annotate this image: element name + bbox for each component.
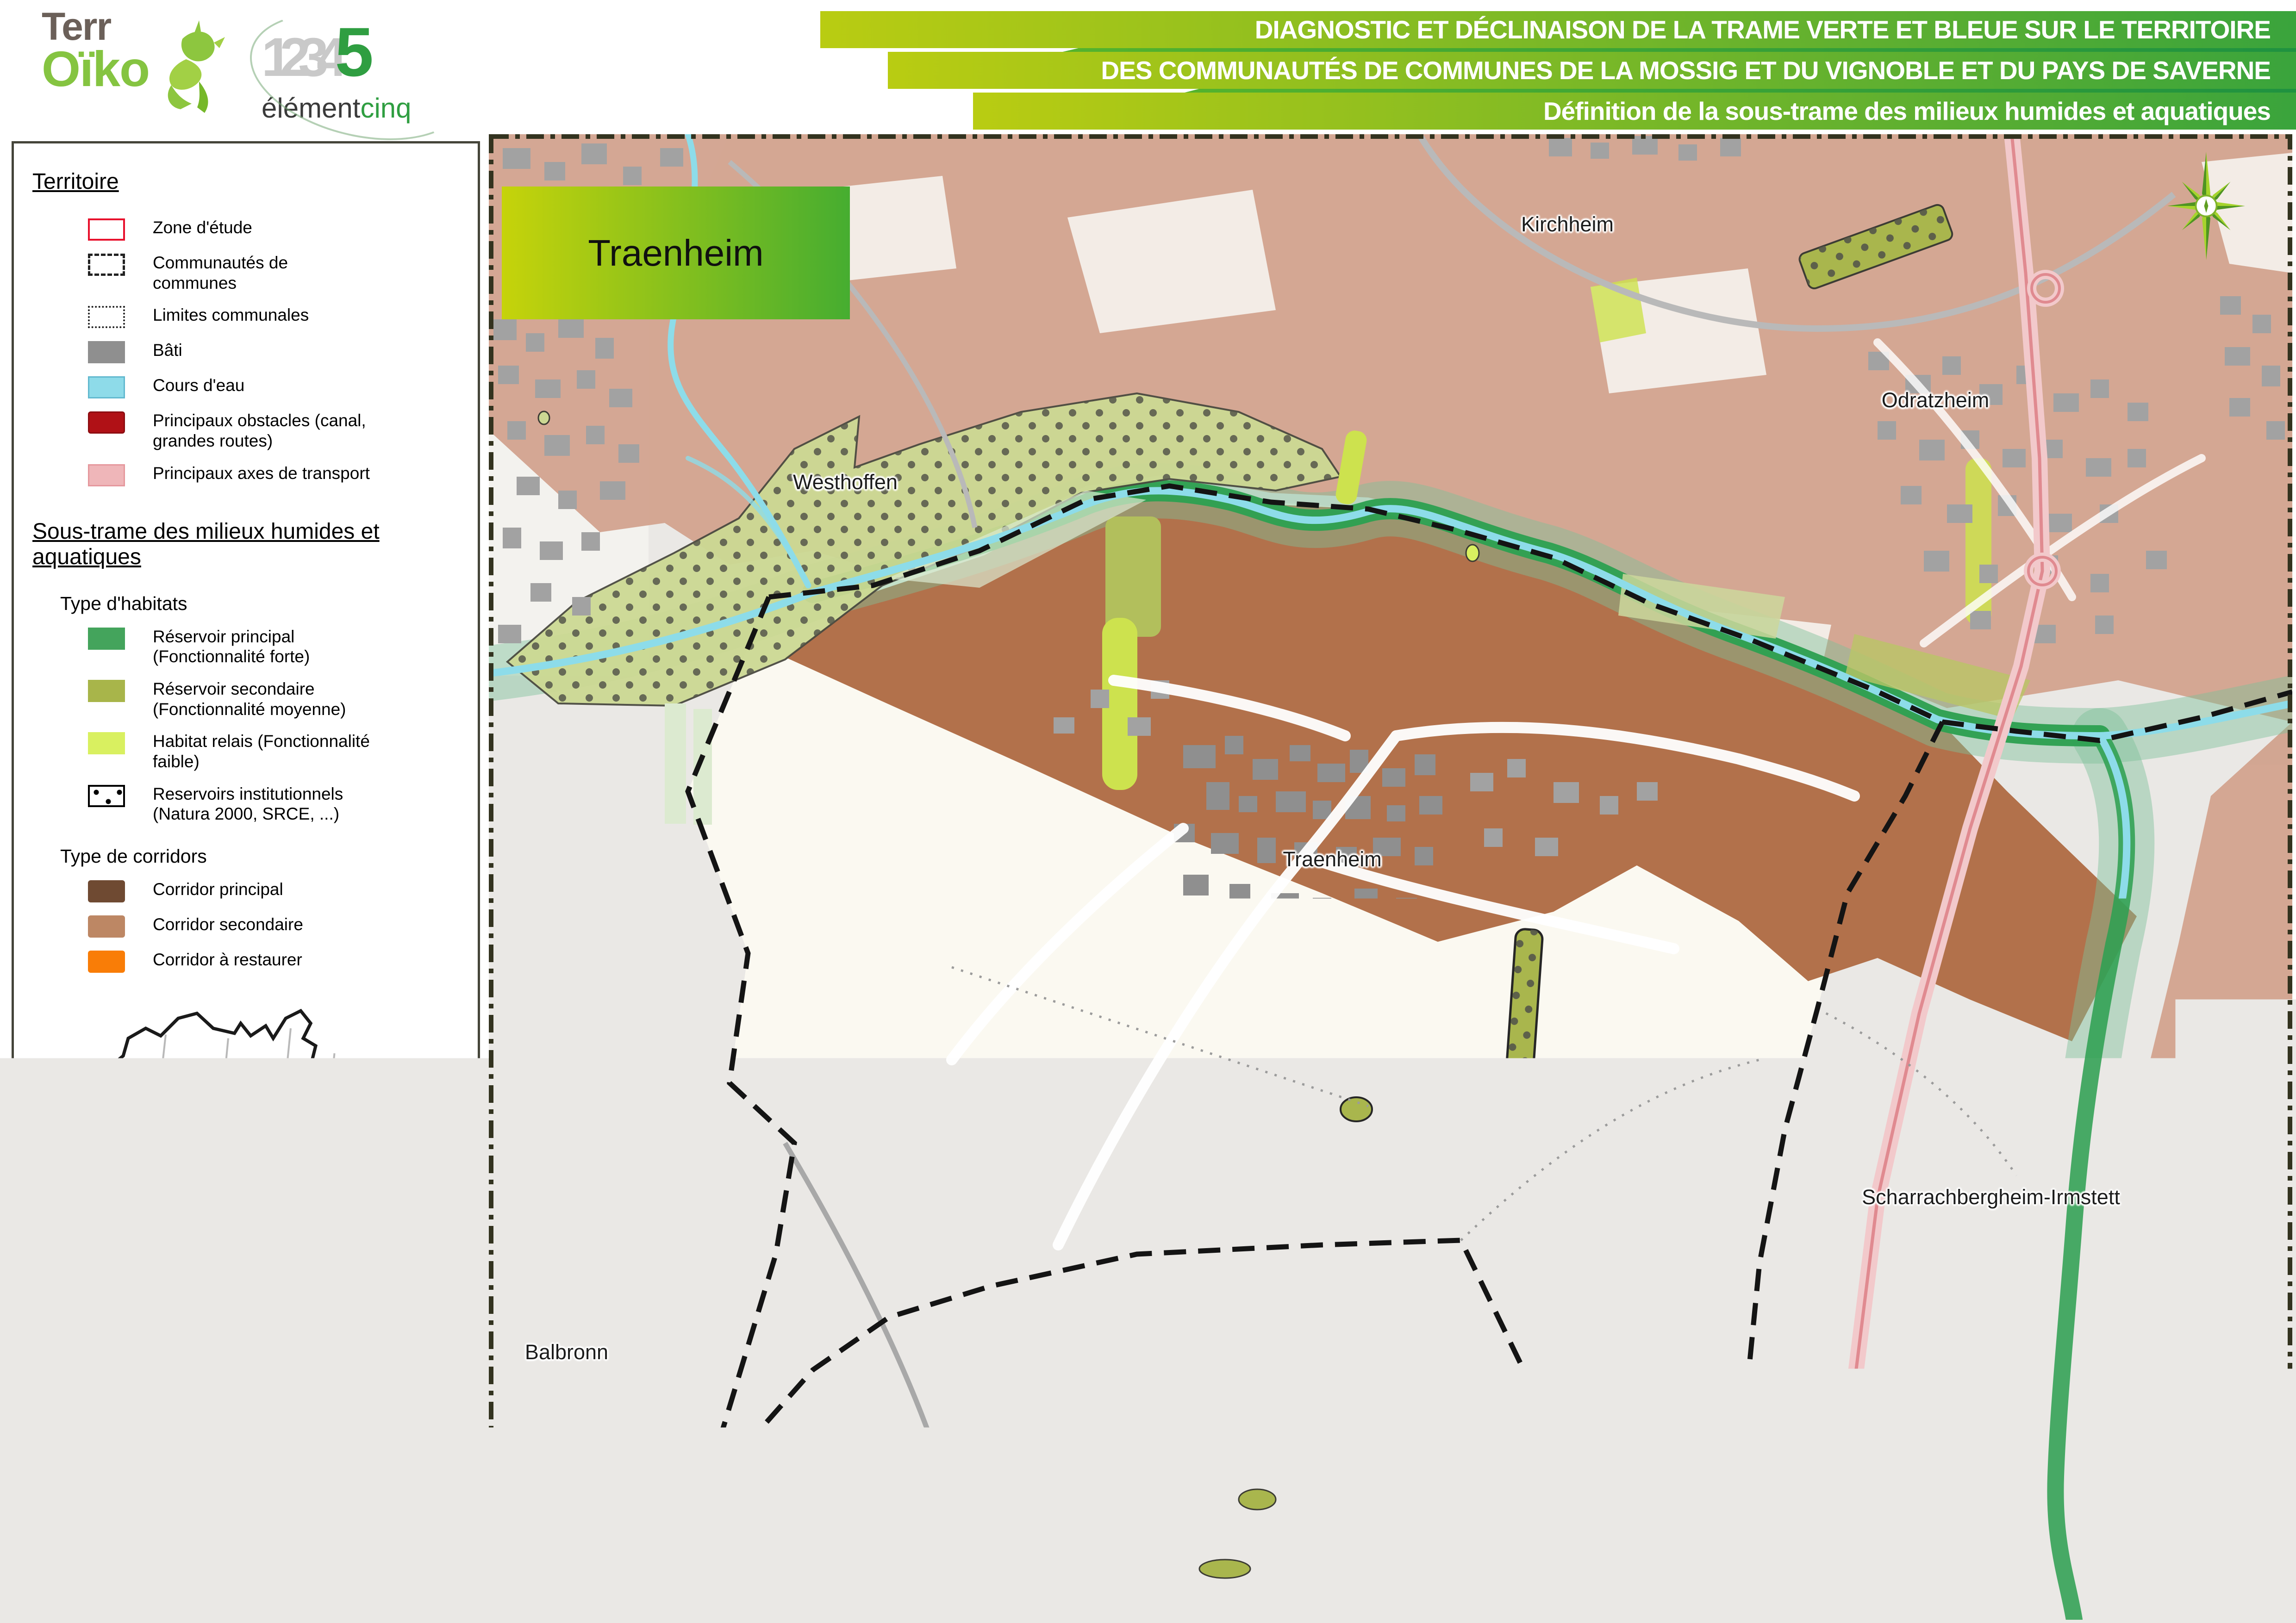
legend-item-axes: Principaux axes de transport [88, 463, 459, 486]
mossig-vignoble-logo: communauté de communes Mossig et Vignobl… [28, 1400, 232, 1457]
legend-item-bati: Bâti [88, 340, 459, 363]
reservoir-secondaire-swatch [88, 680, 125, 702]
scale-end: 600 m [798, 1558, 849, 1579]
sources-text: Sources : IGN, TerrOïko, Elément 5, Comm… [28, 1561, 458, 1623]
communautes-swatch [88, 254, 125, 276]
legend-sub-habitats: Type d'habitats [60, 593, 459, 615]
mossig-logo-icon [28, 1403, 81, 1454]
scale-bar: 0 300 600 m [493, 1554, 860, 1620]
legend-item-corridor-principal: Corridor principal [88, 879, 459, 902]
legend-item-habitat-relais: Habitat relais (Fonctionnalité faible) [88, 731, 459, 771]
reservoir-principal-swatch [88, 628, 125, 650]
elementcinq-logo: 12345 élémentcinq [262, 12, 461, 124]
scale-mid: 300 [652, 1558, 683, 1579]
obstacles-swatch [88, 411, 125, 434]
label-bergbieten: Bergbieten [1047, 1432, 1148, 1456]
terroiko-logo-text-oiko: Oïko [42, 45, 149, 93]
corridor-secondaire-swatch [88, 915, 125, 938]
axes-swatch [88, 464, 125, 486]
limites-swatch [88, 306, 125, 328]
habitat-relais-swatch [88, 732, 125, 754]
legend-item-obstacles: Principaux obstacles (canal, grandes rou… [88, 410, 459, 451]
title-banner-3: Définition de la sous-trame des milieux … [973, 93, 2296, 130]
legend-sub-corridors: Type de corridors [60, 846, 459, 867]
corridor-principal-swatch [88, 880, 125, 902]
legend-item-limites: Limites communales [88, 305, 459, 328]
legend-item-cours-eau: Cours d'eau [88, 375, 459, 398]
label-kirchheim: Kirchheim [1521, 212, 1614, 236]
tvb-logo-icon [28, 1473, 97, 1542]
map-base-svg [489, 134, 2292, 1620]
label-dahlenheim: Dahlenheim [2105, 1584, 2216, 1608]
map-title-traenheim: Traenheim [502, 187, 850, 319]
compass-rose-icon [2165, 150, 2248, 261]
label-scharrachbergheim: Scharrachbergheim-Irmstett [1862, 1185, 2120, 1209]
pays-de-saverne-logo: Communauté de Communes du Pays de Savern… [246, 1401, 464, 1456]
elementcinq-swoosh [237, 0, 480, 161]
scale-bar-rect [502, 1593, 821, 1612]
reservoirs-institutionnels-swatch [88, 785, 125, 807]
legend-panel: Territoire Zone d'étude Communautés de c… [12, 141, 480, 1378]
bati-swatch [88, 341, 125, 363]
label-balbronn: Balbronn [525, 1340, 608, 1364]
terroiko-logo-text-terr: Terr [42, 8, 149, 45]
title-banner-2: DES COMMUNAUTÉS DE COMMUNES DE LA MOSSIG… [888, 52, 2296, 89]
title-banner-1: DIAGNOSTIC ET DÉCLINAISON DE LA TRAME VE… [820, 11, 2296, 48]
label-westhoffen: Westhoffen [793, 470, 898, 494]
trame-verte-bleue-logo: Trame Verte & Bleue Mossig et Vignoble -… [28, 1473, 251, 1542]
map-document-page: Terr Oïko 12345 élémentcinq DIAGNOSTIC E… [0, 0, 2296, 1623]
legend-item-zone-etude: Zone d'étude [88, 218, 459, 241]
legend-section-soustrame: Sous-trame des milieux humides et aquati… [32, 519, 459, 570]
terroiko-logo: Terr Oïko [42, 8, 229, 118]
map-canvas[interactable]: Traenheim Kirchheim Odratzheim Westhoffe… [489, 134, 2292, 1620]
legend-item-corridor-secondaire: Corridor secondaire [88, 914, 459, 938]
label-odratzheim: Odratzheim [1882, 388, 1990, 412]
legend-item-corridor-restaurer: Corridor à restaurer [88, 950, 459, 973]
legend-section-territoire: Territoire [32, 169, 459, 194]
legend-item-reservoir-principal: Réservoir principal (Fonctionnalité fort… [88, 627, 459, 667]
footer-panel: communauté de communes Mossig et Vignobl… [12, 1385, 480, 1617]
scale-zero: 0 [500, 1558, 510, 1579]
legend-item-reservoirs-institutionnels: Reservoirs institutionnels (Natura 2000,… [88, 784, 459, 824]
frog-icon [145, 11, 229, 118]
locator-minimap [32, 1003, 449, 1378]
corridor-restaurer-swatch [88, 951, 125, 973]
legend-item-communautes: Communautés de communes [88, 253, 459, 293]
label-traenheim: Traenheim [1283, 847, 1381, 871]
legend-item-reservoir-secondaire: Réservoir secondaire (Fonctionnalité moy… [88, 679, 459, 719]
zone-etude-swatch [88, 218, 125, 241]
map-date: 20-11-2024 [320, 1494, 442, 1522]
saverne-logo-icon [246, 1401, 285, 1456]
cours-eau-swatch [88, 376, 125, 398]
